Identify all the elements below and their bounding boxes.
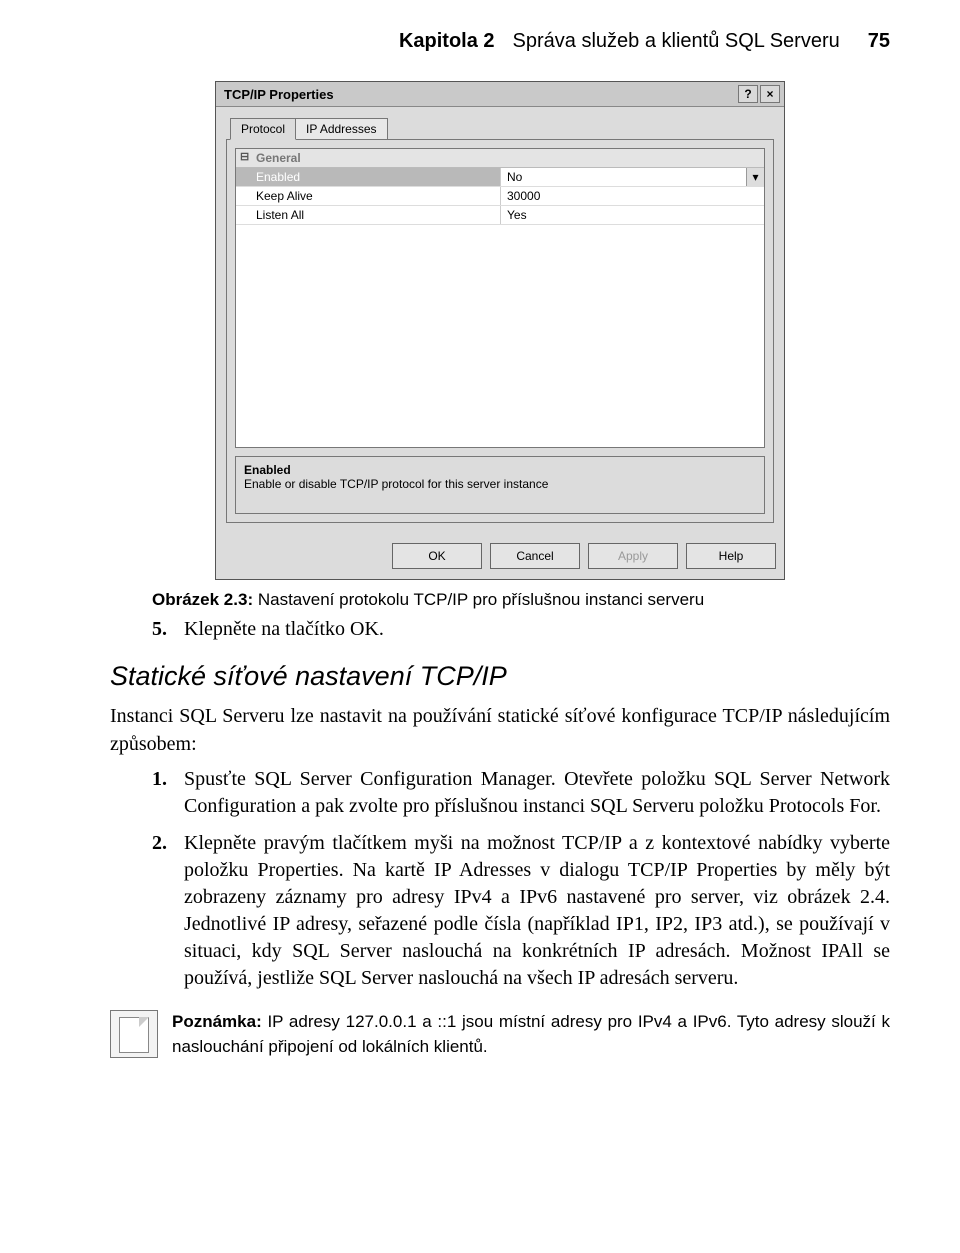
dialog-title: TCP/IP Properties — [224, 87, 334, 102]
step-number: 5. — [152, 616, 172, 643]
tab-panel-protocol: General Enabled No ▾ Keep Alive 30000 Li… — [226, 139, 774, 523]
note-body: IP adresy 127.0.0.1 a ::1 jsou místní ad… — [172, 1012, 890, 1056]
figure-text: Nastavení protokolu TCP/IP pro příslušno… — [258, 590, 704, 609]
figure-label: Obrázek 2.3: — [152, 590, 253, 609]
prop-name: Enabled — [236, 168, 500, 186]
cancel-button[interactable]: Cancel — [490, 543, 580, 569]
step-text: Klepněte na tlačítko OK. — [184, 616, 384, 643]
help-button[interactable]: Help — [686, 543, 776, 569]
prop-name: Listen All — [236, 206, 500, 224]
tab-protocol[interactable]: Protocol — [230, 118, 296, 140]
chapter-title: Správa služeb a klientů SQL Serveru — [513, 30, 840, 53]
prop-row-listen-all[interactable]: Listen All Yes — [236, 206, 764, 225]
page-header: Kapitola 2 Správa služeb a klientů SQL S… — [110, 30, 890, 53]
dialog-titlebar: TCP/IP Properties ? × — [216, 82, 784, 107]
prop-value[interactable]: 30000 — [500, 187, 764, 205]
step-1: 1. Spusťte SQL Server Configuration Mana… — [152, 766, 890, 820]
chapter-label: Kapitola 2 — [399, 30, 495, 53]
prop-row-keep-alive[interactable]: Keep Alive 30000 — [236, 187, 764, 206]
note-text: Poznámka: IP adresy 127.0.0.1 a ::1 jsou… — [172, 1010, 890, 1059]
close-icon[interactable]: × — [760, 85, 780, 103]
property-description: Enabled Enable or disable TCP/IP protoco… — [235, 456, 765, 514]
tabstrip: Protocol IP Addresses — [226, 118, 774, 140]
page-number: 75 — [868, 30, 890, 53]
note-icon — [110, 1010, 158, 1058]
prop-row-enabled[interactable]: Enabled No ▾ — [236, 168, 764, 187]
desc-title: Enabled — [244, 463, 756, 477]
step-5: 5. Klepněte na tlačítko OK. — [152, 616, 890, 643]
prop-name: Keep Alive — [236, 187, 500, 205]
note-label: Poznámka: — [172, 1012, 262, 1031]
step-2: 2. Klepněte pravým tlačítkem myši na mož… — [152, 830, 890, 992]
ok-button[interactable]: OK — [392, 543, 482, 569]
section-heading: Statické síťové nastavení TCP/IP — [110, 661, 890, 692]
chevron-down-icon[interactable]: ▾ — [746, 168, 764, 186]
step-number: 2. — [152, 830, 172, 992]
step-text: Spusťte SQL Server Configuration Manager… — [184, 766, 890, 820]
intro-paragraph: Instanci SQL Serveru lze nastavit na pou… — [110, 702, 890, 758]
tcpip-properties-dialog: TCP/IP Properties ? × Protocol IP Addres… — [215, 81, 785, 580]
prop-value[interactable]: No ▾ — [500, 168, 764, 186]
prop-value[interactable]: Yes — [500, 206, 764, 224]
desc-text: Enable or disable TCP/IP protocol for th… — [244, 477, 756, 491]
figure-caption: Obrázek 2.3: Nastavení protokolu TCP/IP … — [152, 590, 890, 610]
dialog-button-row: OK Cancel Apply Help — [216, 533, 784, 579]
tab-ip-addresses[interactable]: IP Addresses — [295, 118, 388, 140]
note-block: Poznámka: IP adresy 127.0.0.1 a ::1 jsou… — [110, 1010, 890, 1059]
help-icon[interactable]: ? — [738, 85, 758, 103]
apply-button[interactable]: Apply — [588, 543, 678, 569]
property-grid: General Enabled No ▾ Keep Alive 30000 Li… — [235, 148, 765, 448]
section-general[interactable]: General — [236, 149, 764, 168]
step-number: 1. — [152, 766, 172, 820]
step-text: Klepněte pravým tlačítkem myši na možnos… — [184, 830, 890, 992]
